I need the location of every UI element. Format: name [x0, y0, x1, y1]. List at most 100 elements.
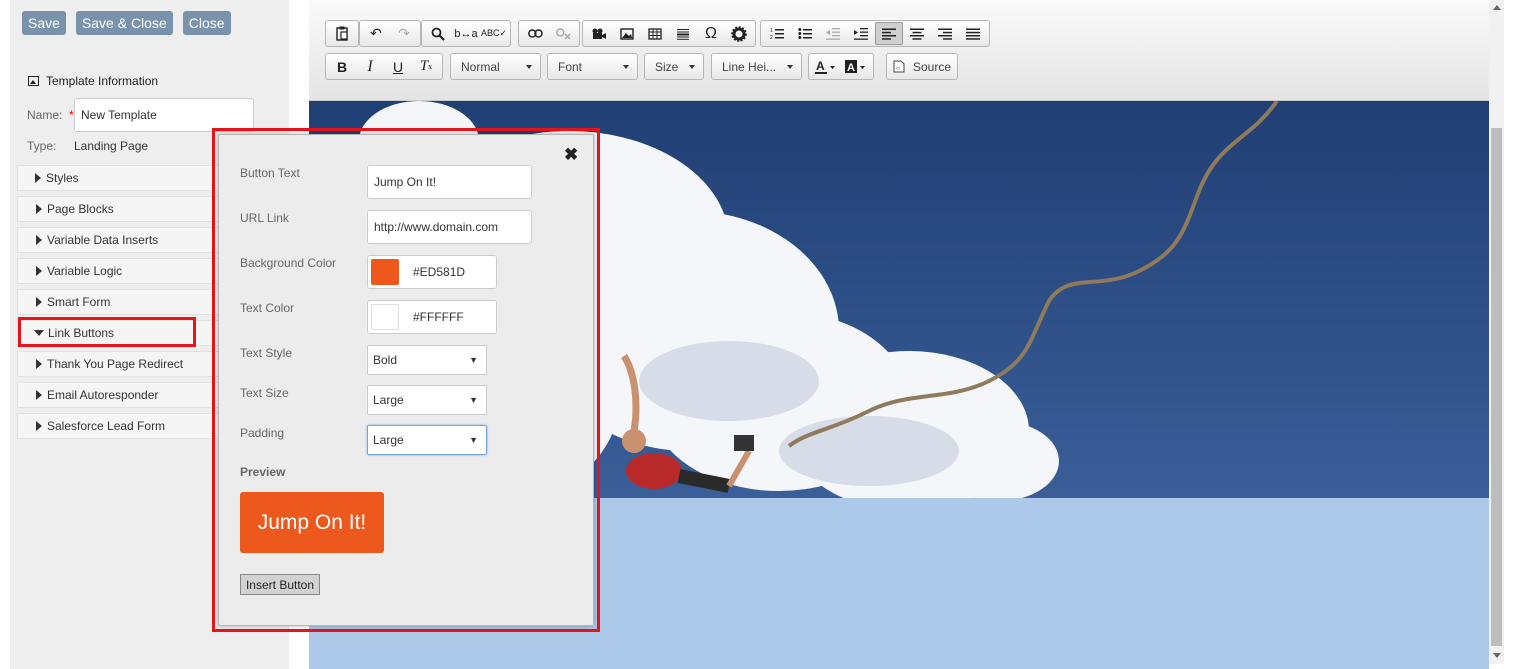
- text-color-label: Text Color: [240, 301, 295, 315]
- button-text-input[interactable]: Jump On It!: [367, 165, 532, 199]
- background-color-swatch[interactable]: [371, 259, 399, 285]
- caret-down-icon: [526, 64, 532, 69]
- caret-right-icon: [36, 266, 42, 276]
- accordion-label: Thank You Page Redirect: [47, 357, 184, 371]
- dropdown-arrow-icon: ▼: [469, 435, 478, 445]
- caret-right-icon: [36, 359, 42, 369]
- accordion-thank-you-page-redirect[interactable]: Thank You Page Redirect: [17, 351, 220, 377]
- image-icon: [28, 76, 39, 86]
- indent-icon[interactable]: [847, 22, 875, 45]
- horizontal-rule-icon[interactable]: [669, 22, 697, 45]
- text-color-icon[interactable]: A: [811, 55, 841, 78]
- toolbar-insert-group: Ω: [582, 20, 756, 47]
- remove-format-icon[interactable]: Tx: [412, 55, 440, 78]
- required-marker: *: [69, 108, 74, 122]
- line-height-select[interactable]: Line Hei...: [711, 53, 802, 80]
- name-label: Name:: [27, 108, 63, 122]
- source-button[interactable]: ‹› Source: [886, 53, 958, 80]
- caret-right-icon: [35, 173, 41, 183]
- accordion-email-autoresponder[interactable]: Email Autoresponder: [17, 382, 220, 408]
- accordion-label: Styles: [46, 171, 79, 185]
- font-select[interactable]: Font: [547, 53, 638, 80]
- align-center-icon[interactable]: [903, 22, 931, 45]
- dropdown-arrow-icon: ▼: [469, 395, 478, 405]
- accordion-label: Variable Data Inserts: [47, 233, 159, 247]
- image-insert-icon[interactable]: [613, 22, 641, 45]
- top-button-bar: Save Save & Close Close: [22, 11, 231, 35]
- italic-icon[interactable]: I: [356, 55, 384, 78]
- text-color-swatch[interactable]: [371, 304, 399, 330]
- accordion-variable-logic[interactable]: Variable Logic: [17, 258, 220, 284]
- caret-right-icon: [36, 421, 42, 431]
- save-close-button[interactable]: Save & Close: [75, 11, 173, 35]
- format-select-value: Normal: [461, 59, 500, 74]
- video-icon[interactable]: [585, 22, 613, 45]
- bold-icon[interactable]: B: [328, 55, 356, 78]
- scroll-down-arrow-icon[interactable]: [1493, 653, 1501, 658]
- underline-icon[interactable]: U: [384, 55, 412, 78]
- padding-select[interactable]: Large ▼: [367, 425, 487, 455]
- bulleted-list-icon[interactable]: [791, 22, 819, 45]
- find-icon[interactable]: [424, 22, 452, 45]
- editor-toolbar: ↶ ↷ b↔a ABC✓ Ω 1 2 B I U T x Normal Font…: [309, 0, 1489, 101]
- align-left-icon[interactable]: [875, 22, 903, 45]
- scroll-up-arrow-icon[interactable]: [1493, 5, 1501, 10]
- text-style-select[interactable]: Bold ▼: [367, 345, 487, 375]
- dropdown-arrow-icon: ▼: [469, 355, 478, 365]
- page-scrollbar[interactable]: [1489, 0, 1504, 664]
- unlink-icon[interactable]: [549, 22, 577, 45]
- url-link-input[interactable]: http://www.domain.com: [367, 210, 532, 244]
- template-info-header: Template Information: [28, 74, 158, 88]
- caret-down-icon: [34, 330, 44, 336]
- size-select[interactable]: Size: [644, 53, 704, 80]
- toolbar-paragraph-group: 12: [760, 20, 990, 47]
- accordion-smart-form[interactable]: Smart Form: [17, 289, 220, 315]
- accordion-label: Variable Logic: [47, 264, 123, 278]
- undo-icon[interactable]: ↶: [362, 22, 390, 45]
- numbered-list-icon[interactable]: 12: [763, 22, 791, 45]
- background-color-picker[interactable]: #ED581D: [367, 255, 497, 289]
- accordion-salesforce-lead-form[interactable]: Salesforce Lead Form: [17, 413, 220, 439]
- close-button[interactable]: Close: [182, 11, 231, 35]
- text-color-picker[interactable]: #FFFFFF: [367, 300, 497, 334]
- accordion-label: Page Blocks: [47, 202, 114, 216]
- padding-value: Large: [373, 433, 404, 447]
- align-right-icon[interactable]: [931, 22, 959, 45]
- close-icon[interactable]: ✖: [564, 145, 578, 165]
- format-select[interactable]: Normal: [450, 53, 541, 80]
- preview-label: Preview: [240, 465, 286, 479]
- accordion-page-blocks[interactable]: Page Blocks: [17, 196, 220, 222]
- text-style-label: Text Style: [240, 346, 293, 360]
- template-name-input[interactable]: [74, 98, 254, 132]
- spellcheck-icon[interactable]: ABC✓: [480, 22, 508, 45]
- scroll-thumb[interactable]: [1491, 128, 1502, 646]
- save-button[interactable]: Save: [22, 11, 66, 35]
- caret-right-icon: [36, 204, 42, 214]
- caret-down-icon: [787, 64, 793, 69]
- caret-right-icon: [36, 235, 42, 245]
- accordion-variable-data-inserts[interactable]: Variable Data Inserts: [17, 227, 220, 253]
- text-size-select[interactable]: Large ▼: [367, 385, 487, 415]
- replace-icon[interactable]: b↔a: [452, 22, 480, 45]
- link-icon[interactable]: [521, 22, 549, 45]
- table-icon[interactable]: [641, 22, 669, 45]
- accordion-styles[interactable]: Styles: [17, 165, 220, 191]
- justify-icon[interactable]: [959, 22, 987, 45]
- special-char-icon[interactable]: Ω: [697, 22, 725, 45]
- text-style-value: Bold: [373, 353, 398, 367]
- background-color-icon[interactable]: A: [841, 55, 871, 78]
- caret-down-icon: [623, 64, 629, 69]
- insert-button[interactable]: Insert Button: [240, 574, 320, 595]
- accordion-link-buttons[interactable]: Link Buttons: [17, 320, 220, 346]
- background-color-label: Background Color: [240, 256, 337, 270]
- settings-gear-icon[interactable]: [725, 22, 753, 45]
- toolbar-history-group: ↶ ↷: [359, 20, 421, 47]
- redo-icon[interactable]: ↷: [390, 22, 418, 45]
- outdent-icon[interactable]: [819, 22, 847, 45]
- preview-button[interactable]: Jump On It!: [240, 492, 384, 553]
- accordion-label: Email Autoresponder: [47, 388, 159, 402]
- svg-text:‹›: ‹›: [896, 66, 900, 72]
- toolbar-link-group: [518, 20, 580, 47]
- paste-icon[interactable]: [328, 22, 356, 45]
- button-text-label: Button Text: [240, 166, 300, 180]
